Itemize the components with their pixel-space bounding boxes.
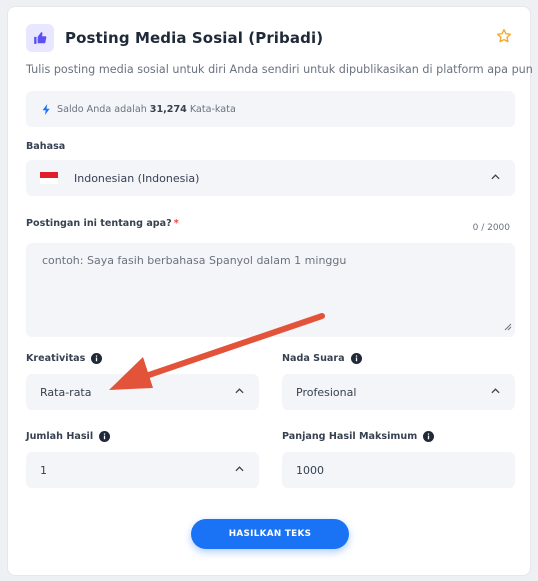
- character-counter: 0 / 2000: [472, 223, 510, 233]
- language-value: Indonesian (Indonesia): [74, 171, 200, 185]
- balance-prefix: Saldo Anda adalah: [57, 103, 147, 115]
- creativity-select[interactable]: Rata-rata: [26, 374, 259, 410]
- chevron-up-icon: [235, 388, 244, 394]
- balance-unit: Kata-kata: [189, 103, 236, 115]
- indonesia-flag-icon: [40, 172, 58, 184]
- result-count-label-text: Jumlah Hasil: [26, 431, 94, 442]
- tone-label-text: Nada Suara: [282, 353, 345, 364]
- chevron-up-icon: [491, 174, 500, 180]
- language-label: Bahasa: [26, 141, 65, 152]
- language-label-text: Bahasa: [26, 141, 66, 152]
- page-title: Posting Media Sosial (Pribadi): [65, 29, 324, 47]
- balance-notice: Saldo Anda adalah 31,274 Kata-kata: [26, 91, 515, 127]
- topic-placeholder: contoh: Saya fasih berbahasa Spanyol dal…: [42, 254, 347, 267]
- chevron-up-icon: [235, 466, 244, 472]
- thumbs-up-icon: [26, 24, 54, 52]
- result-count-label: Jumlah Hasil: [26, 431, 111, 442]
- result-count-value: 1: [40, 463, 47, 477]
- tool-description: Tulis posting media sosial untuk diri An…: [26, 63, 533, 76]
- tool-card: Posting Media Sosial (Pribadi) Tulis pos…: [7, 6, 533, 576]
- balance-amount: 31,274: [149, 103, 187, 115]
- tone-select[interactable]: Profesional: [282, 374, 515, 410]
- max-length-label-text: Panjang Hasil Maksimum: [282, 431, 418, 442]
- result-count-select[interactable]: 1: [26, 452, 259, 488]
- tone-label: Nada Suara: [282, 353, 362, 364]
- max-length-input[interactable]: 1000: [282, 452, 515, 488]
- max-length-label: Panjang Hasil Maksimum: [282, 431, 435, 442]
- creativity-value: Rata-rata: [40, 385, 92, 399]
- topic-label: Postingan ini tentang apa? *: [26, 218, 179, 229]
- required-mark: *: [173, 218, 179, 229]
- topic-textarea[interactable]: contoh: Saya fasih berbahasa Spanyol dal…: [26, 243, 515, 337]
- creativity-label: Kreativitas: [26, 353, 103, 364]
- info-icon[interactable]: [91, 353, 103, 364]
- tool-header: Posting Media Sosial (Pribadi): [26, 23, 514, 53]
- resize-handle-icon[interactable]: [504, 321, 512, 334]
- lightning-icon: [42, 103, 51, 115]
- max-length-value: 1000: [296, 463, 324, 477]
- creativity-label-text: Kreativitas: [26, 353, 86, 364]
- topic-label-text: Postingan ini tentang apa?: [26, 218, 172, 229]
- tone-value: Profesional: [296, 385, 357, 399]
- info-icon[interactable]: [423, 431, 435, 442]
- star-icon[interactable]: [496, 28, 514, 46]
- language-select[interactable]: Indonesian (Indonesia): [26, 160, 515, 196]
- chevron-up-icon: [491, 388, 500, 394]
- info-icon[interactable]: [350, 353, 362, 364]
- generate-text-button[interactable]: HASILKAN TEKS: [191, 519, 349, 549]
- info-icon[interactable]: [99, 431, 111, 442]
